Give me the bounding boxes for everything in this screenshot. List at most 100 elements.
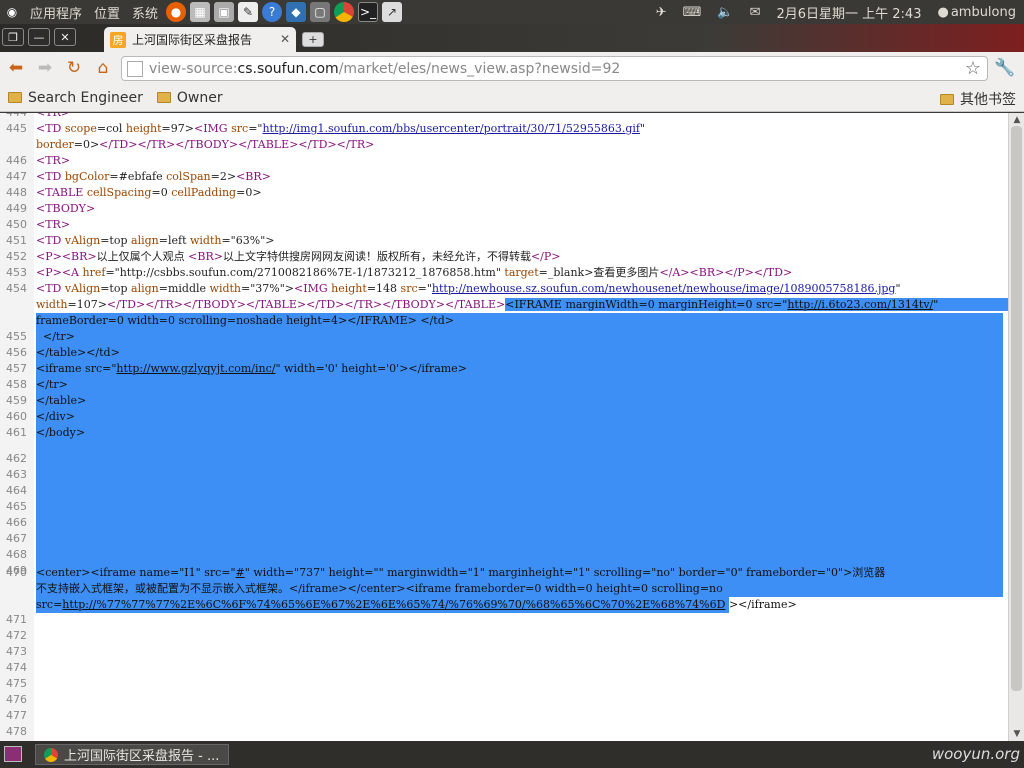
source-line: 476 [0,692,1008,708]
source-code: <P><A href="http://csbbs.soufun.com/2710… [36,266,793,279]
home-button[interactable]: ⌂ [90,55,116,81]
bookmark-star-icon[interactable]: ☆ [965,58,981,79]
source-line: 467 [0,531,1008,547]
chat-status-icon[interactable]: ● [937,5,948,20]
close-window-button[interactable]: ✕ [54,28,76,46]
network-icon[interactable]: ✈ [656,5,667,20]
line-number: 449 [6,202,27,215]
menu-system[interactable]: 系统 [126,3,164,22]
source-line: 462 [0,451,1008,467]
view-source-content[interactable]: 444 <TR> 445 <TD scope=col height=97><IMG s… [0,113,1008,741]
source-line: 459 </table> [0,393,1008,409]
page-icon [127,60,143,77]
selection-highlight [36,377,1003,393]
source-line: 449 <TBODY> [0,201,1008,217]
url-prefix: view-source: [149,60,238,77]
scroll-up-icon[interactable]: ▲ [1011,115,1023,125]
calculator-icon[interactable]: ▦ [190,2,211,22]
chrome-icon [44,747,58,762]
line-number: 464 [6,484,27,497]
source-line: frameBorder=0 width=0 scrolling=noshade … [0,313,1008,329]
virtualbox-icon[interactable]: ◆ [286,2,307,22]
bookmark-label: Search Engineer [28,89,143,106]
line-number: 462 [6,452,27,465]
menu-places[interactable]: 位置 [88,3,126,22]
vertical-scrollbar[interactable]: ▲ ▼ [1008,113,1024,741]
line-number: 465 [6,500,27,513]
selection-highlight [36,393,1003,409]
menu-applications[interactable]: 应用程序 [24,3,88,22]
line-number: 460 [6,410,27,423]
line-number: 455 [6,330,27,343]
top-panel: ◉ 应用程序 位置 系统 ● ▦ ▣ ✎ ? ◆ ▢ >_ ↗ ✈ ⌨ 🔈 ✉ … [0,0,1024,24]
line-number: 463 [6,468,27,481]
screen-capture-icon[interactable]: ↗ [382,2,403,22]
restore-window-button[interactable]: ❐ [2,28,24,46]
source-line: 不支持嵌入式框架，或被配置为不显示嵌入式框架。</iframe></center… [0,581,1008,597]
favicon-icon: 房 [110,31,126,48]
source-line: 472 [0,628,1008,644]
new-tab-button[interactable]: + [302,32,324,47]
address-bar[interactable]: view-source: cs.soufun.com /market/eles/… [121,56,988,81]
source-line: width=107></TD></TR></TBODY></TABLE></TD… [0,297,1008,313]
selection-highlight [36,547,1003,563]
source-line: 445 <TD scope=col height=97><IMG src="htt… [0,121,1008,137]
firefox-icon[interactable]: ● [166,2,187,22]
source-line: 456 </table></td> [0,345,1008,361]
show-desktop-button[interactable] [4,746,22,762]
volume-icon[interactable]: 🔈 [717,5,733,20]
reload-button[interactable]: ↻ [61,55,87,81]
mail-icon[interactable]: ✉ [750,5,761,20]
remote-desktop-icon[interactable]: ▢ [310,2,331,22]
source-line: 477 [0,708,1008,724]
source-code: <TD scope=col height=97><IMG src="http:/… [36,122,646,135]
line-number: 476 [6,693,27,706]
source-line: 464 [0,483,1008,499]
source-code: frameBorder=0 width=0 scrolling=noshade … [36,314,454,327]
source-code: </div> [36,410,75,423]
source-line: border=0></TD></TR></TBODY></TABLE></TD>… [0,137,1008,153]
selection-highlight [36,451,1003,467]
taskbar-window-button[interactable]: 上河国际街区采盘报告 - ... [35,744,229,765]
forward-button[interactable]: ➡ [32,55,58,81]
bookmark-folder-search-engineer[interactable]: Search Engineer [8,90,143,106]
terminal-icon[interactable]: >_ [358,2,379,22]
source-line: 457 <iframe src="http://www.gzlyqyjt.com/… [0,361,1008,377]
source-code: </tr> [36,378,68,391]
line-number: 454 [6,282,27,295]
source-line: 451 <TD vAlign=top align=left width="63%"… [0,233,1008,249]
chrome-icon[interactable] [334,2,355,22]
line-number: 457 [6,362,27,375]
line-number: 451 [6,234,27,247]
line-number: 467 [6,532,27,545]
other-bookmarks[interactable]: 其他书签 [940,89,1016,109]
line-number: 473 [6,645,27,658]
source-code: <TR> [36,154,71,167]
help-icon[interactable]: ? [262,2,283,22]
wrench-menu-icon[interactable]: 🔧 [994,58,1015,78]
source-line: 454 <TD vAlign=top align=middle width="37… [0,281,1008,297]
scroll-down-icon[interactable]: ▼ [1011,729,1023,739]
user-name[interactable]: ambulong [951,5,1016,20]
line-number: 450 [6,218,27,231]
source-line: 444 <TR> [0,113,1008,121]
source-code: <TR> [36,218,71,231]
bookmark-folder-owner[interactable]: Owner [156,90,223,106]
keyboard-icon[interactable]: ⌨ [683,5,702,20]
minimize-window-button[interactable]: — [28,28,50,46]
source-code: </table> [36,394,87,407]
screenshot-icon[interactable]: ▣ [214,2,235,22]
line-number: 459 [6,394,27,407]
bottom-taskbar: 上河国际街区采盘报告 - ... wooyun.org [0,741,1024,768]
url-host: cs.soufun.com [237,60,339,77]
selection-highlight [36,499,1003,515]
ubuntu-logo-icon[interactable]: ◉ [2,2,22,22]
tab-close-icon[interactable]: ✕ [280,32,290,46]
scrollbar-thumb[interactable] [1011,126,1022,691]
source-code: <P><BR>以上仅属个人观点 <BR>以上文字特供搜房网网友阅读！版权所有，未… [36,250,561,263]
back-button[interactable]: ⬅ [3,55,29,81]
selection-highlight [36,345,1003,361]
tab-active[interactable]: 房 上河国际街区采盘报告 ✕ [104,27,296,52]
clock[interactable]: 2月6日星期一 上午 2:43 [776,3,921,22]
text-editor-icon[interactable]: ✎ [238,2,259,22]
